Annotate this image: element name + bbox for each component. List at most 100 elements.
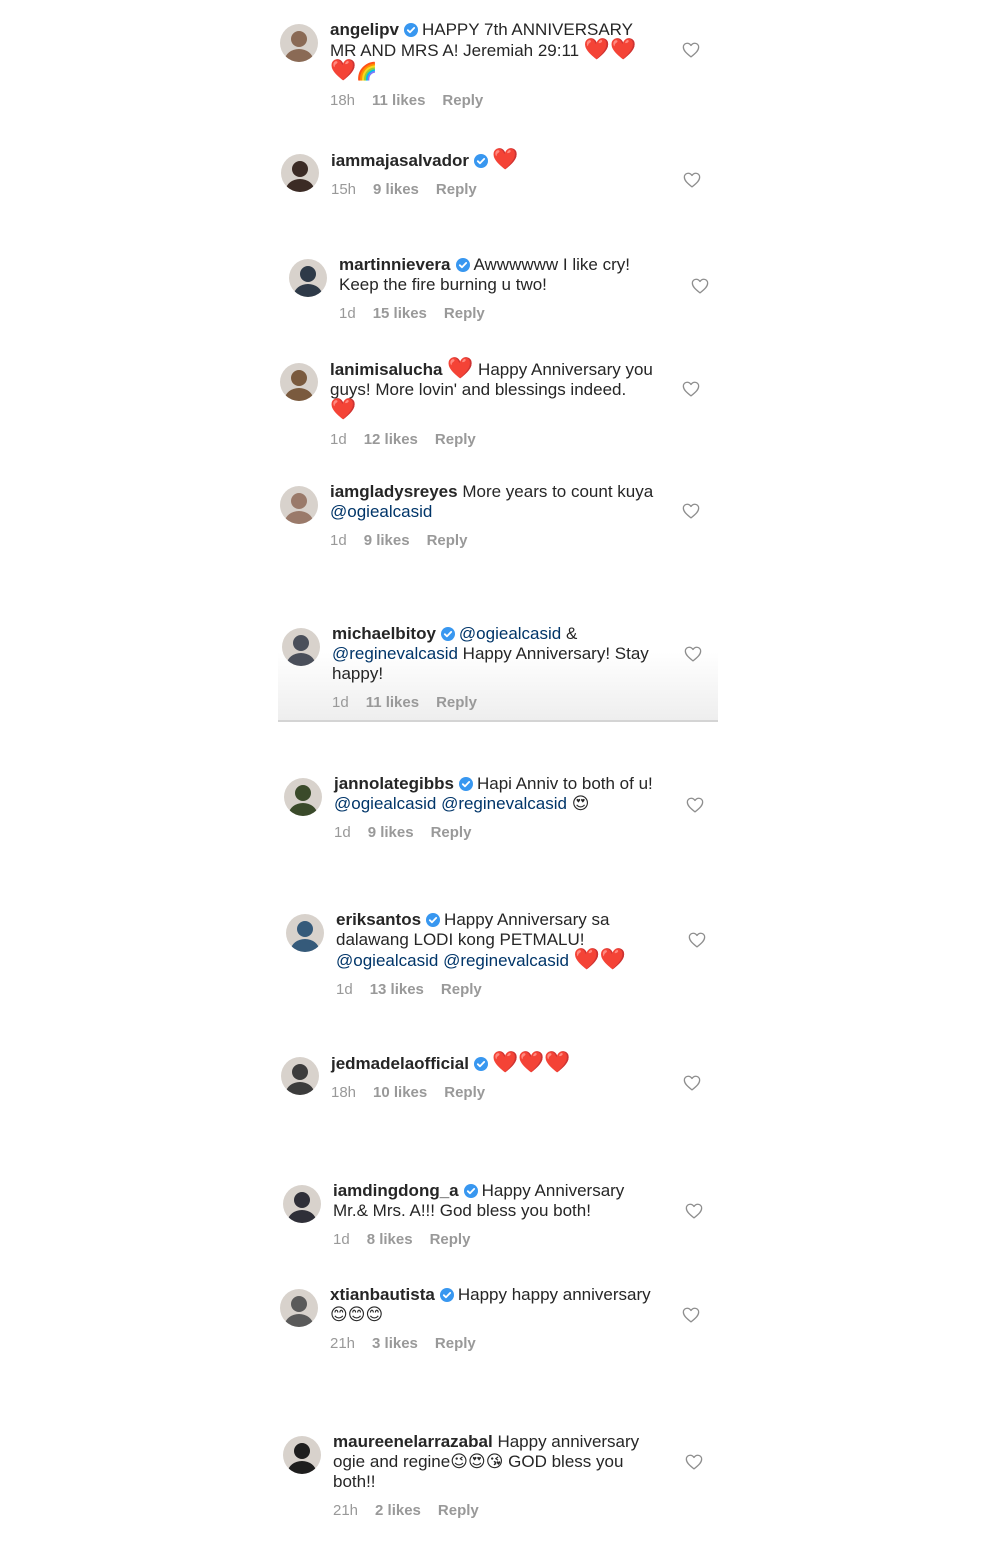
comment-meta: 1d 9 likes Reply [334, 823, 660, 843]
avatar[interactable] [280, 363, 318, 401]
comment-likes-count[interactable]: 13 likes [370, 981, 424, 998]
heart-outline-icon[interactable] [683, 172, 701, 188]
heart-outline-icon[interactable] [688, 932, 706, 948]
comment-likes-count[interactable]: 12 likes [364, 431, 418, 448]
comment-username[interactable]: jannolategibbs [334, 774, 454, 793]
comment-username[interactable]: angelipv [330, 20, 399, 39]
comment-likes-count[interactable]: 10 likes [373, 1084, 427, 1101]
comment-likes-count[interactable]: 15 likes [373, 305, 427, 322]
comment-likes-count[interactable]: 9 likes [368, 824, 414, 841]
comment-username[interactable]: iammajasalvador [331, 151, 469, 170]
reply-button[interactable]: Reply [442, 92, 483, 109]
heart-outline-icon[interactable] [682, 381, 700, 397]
comment-likes-count[interactable]: 11 likes [372, 92, 425, 109]
comment-body: iammajasalvador ❤️ 15h 9 likes Reply [331, 147, 657, 200]
emoji: 😉 [450, 1452, 468, 1472]
reply-button[interactable]: Reply [430, 1231, 471, 1248]
comment-username[interactable]: martinnievera [339, 255, 451, 274]
mention-link[interactable]: @reginevalcasid [441, 794, 567, 813]
emoji: 😊 [347, 1305, 366, 1325]
comment-username[interactable]: iamgladysreyes [330, 482, 458, 501]
comment-timestamp: 1d [330, 431, 347, 448]
comment-likes-count[interactable]: 3 likes [372, 1335, 418, 1352]
emoji: 🌈 [356, 62, 378, 82]
comment-timestamp: 1d [336, 981, 353, 998]
comment-body: jannolategibbs Hapi Anniv to both of u! @… [334, 774, 660, 843]
red-heart-emoji: ❤️ [491, 1050, 519, 1074]
verified-badge-icon [463, 1183, 478, 1198]
comment-body: michaelbitoy @ogiealcasid & @reginevalcas… [332, 624, 658, 713]
reply-button[interactable]: Reply [444, 1084, 485, 1101]
comment-username[interactable]: jedmadelaofficial [331, 1054, 469, 1073]
reply-button[interactable]: Reply [427, 532, 468, 549]
reply-button[interactable]: Reply [441, 981, 482, 998]
comment-body: jedmadelaofficial ❤️❤️❤️ 18h 10 likes Reply [331, 1050, 657, 1103]
heart-outline-icon[interactable] [682, 503, 700, 519]
mention-link[interactable]: @reginevalcasid [332, 644, 458, 663]
avatar[interactable] [280, 1289, 318, 1327]
reply-button[interactable]: Reply [438, 1502, 479, 1519]
avatar[interactable] [286, 914, 324, 952]
heart-outline-icon[interactable] [685, 1203, 703, 1219]
avatar[interactable] [280, 486, 318, 524]
reply-button[interactable]: Reply [435, 1335, 476, 1352]
comment-body: lanimisalucha ❤️ Happy Anniversary you g… [330, 356, 656, 450]
heart-outline-icon[interactable] [685, 1454, 703, 1470]
heart-outline-icon[interactable] [683, 1075, 701, 1091]
heart-outline-icon[interactable] [682, 1307, 700, 1323]
comment-timestamp: 1d [333, 1231, 350, 1248]
mention-link[interactable]: @ogiealcasid [336, 951, 438, 970]
avatar[interactable] [280, 24, 318, 62]
red-heart-emoji: ❤️ [491, 147, 519, 171]
comment-meta: 1d 9 likes Reply [330, 531, 656, 551]
comment-meta: 18h 11 likes Reply [330, 91, 656, 111]
comment-likes-count[interactable]: 2 likes [375, 1502, 421, 1519]
comment-text: More years to count kuya [462, 482, 654, 501]
verified-badge-icon [473, 1056, 488, 1071]
reply-button[interactable]: Reply [436, 181, 477, 198]
comment-timestamp: 1d [332, 694, 349, 711]
avatar[interactable] [284, 778, 322, 816]
verified-badge-icon [403, 22, 418, 37]
reply-button[interactable]: Reply [436, 694, 477, 711]
comment-meta: 15h 9 likes Reply [331, 180, 657, 200]
comment-timestamp: 18h [331, 1084, 357, 1101]
avatar[interactable] [281, 154, 319, 192]
reply-button[interactable]: Reply [435, 431, 476, 448]
comment-meta: 1d 12 likes Reply [330, 430, 656, 450]
comment-username[interactable]: lanimisalucha [330, 360, 442, 379]
reply-button[interactable]: Reply [444, 305, 485, 322]
verified-badge-icon [455, 257, 470, 272]
comment-username[interactable]: iamdingdong_a [333, 1181, 459, 1200]
avatar[interactable] [283, 1436, 321, 1474]
comment-username[interactable]: maureenelarrazabal [333, 1432, 493, 1451]
mention-link[interactable]: @ogiealcasid [334, 794, 436, 813]
comment-username[interactable]: michaelbitoy [332, 624, 436, 643]
comment-likes-count[interactable]: 11 likes [366, 694, 419, 711]
heart-outline-icon[interactable] [682, 42, 700, 58]
mention-link[interactable]: @ogiealcasid [330, 502, 432, 521]
emoji: 😍 [467, 1452, 486, 1472]
comment-likes-count[interactable]: 9 likes [373, 181, 419, 198]
avatar[interactable] [289, 259, 327, 297]
red-heart-emoji: ❤️ [447, 356, 474, 380]
comment-meta: 1d 8 likes Reply [333, 1230, 659, 1250]
comment-likes-count[interactable]: 8 likes [367, 1231, 413, 1248]
mention-link[interactable]: @reginevalcasid [443, 951, 569, 970]
emoji: 😘 [485, 1452, 504, 1472]
red-heart-emoji: ❤️ [599, 947, 627, 971]
heart-outline-icon[interactable] [691, 278, 709, 294]
red-heart-emoji: ❤️ [544, 1050, 571, 1074]
avatar[interactable] [281, 1057, 319, 1095]
red-heart-emoji: ❤️ [518, 1050, 545, 1074]
comment-username[interactable]: xtianbautista [330, 1285, 435, 1304]
avatar[interactable] [282, 628, 320, 666]
comment-username[interactable]: eriksantos [336, 910, 421, 929]
heart-outline-icon[interactable] [684, 646, 702, 662]
emoji: 😍 [571, 794, 590, 814]
heart-outline-icon[interactable] [686, 797, 704, 813]
comment-likes-count[interactable]: 9 likes [364, 532, 410, 549]
avatar[interactable] [283, 1185, 321, 1223]
reply-button[interactable]: Reply [431, 824, 472, 841]
mention-link[interactable]: @ogiealcasid [459, 624, 561, 643]
